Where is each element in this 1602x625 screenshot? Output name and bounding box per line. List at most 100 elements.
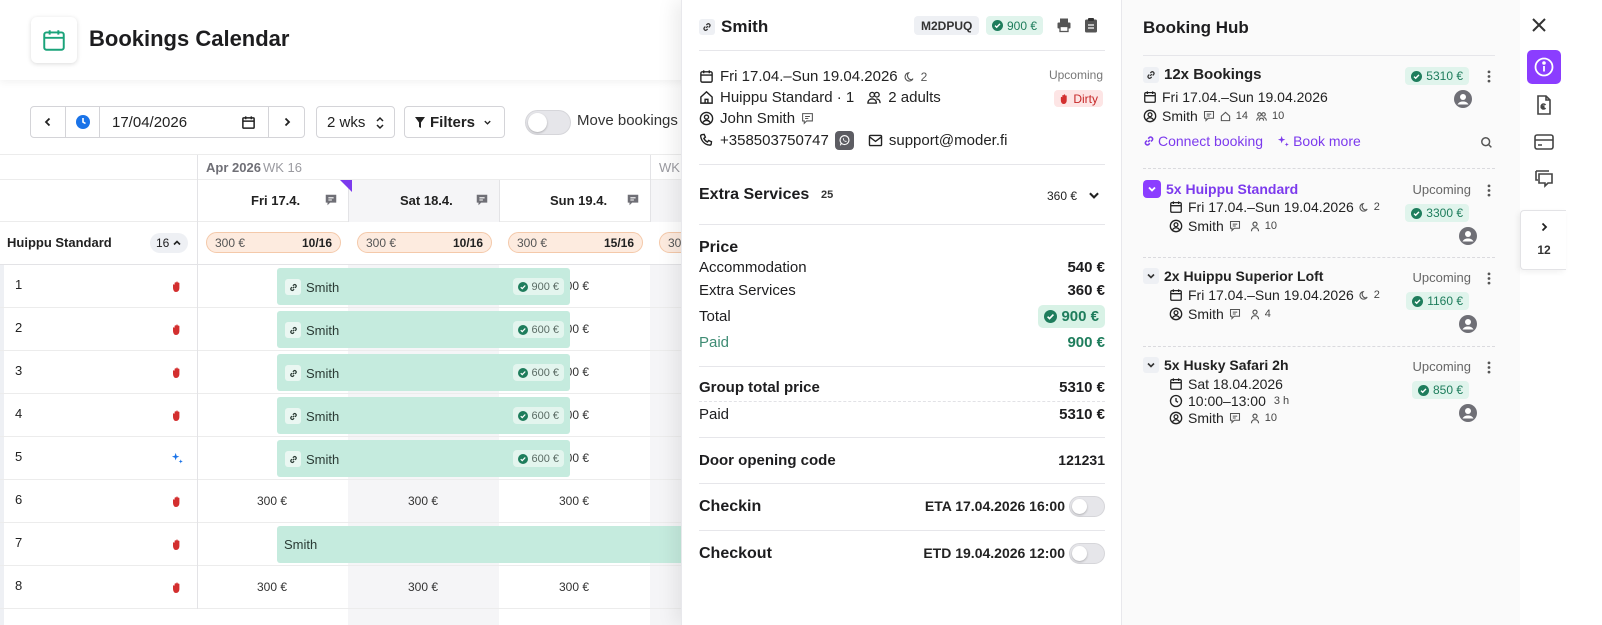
previous-button[interactable]	[30, 106, 66, 138]
connect-booking-button[interactable]: Connect booking	[1143, 133, 1263, 149]
stay-dates: Fri 17.04.–Sun 19.04.2026 2	[699, 68, 927, 85]
assignee-avatar-icon[interactable]	[1459, 315, 1477, 333]
cleaning-status-badge[interactable]: Dirty	[1054, 90, 1103, 107]
hub-booking-item[interactable]: 5x Huippu Standard Upcoming Fri 17.04.–Sun…	[1143, 180, 1495, 260]
dirty-hand-icon[interactable]	[171, 366, 183, 379]
cell-price[interactable]: 300 €	[408, 494, 438, 508]
cell-price[interactable]: 300 €	[559, 494, 589, 508]
hub-item-guest: Smith	[1188, 410, 1224, 426]
email-address[interactable]: support@moder.fi	[889, 132, 1008, 149]
room-number: 1	[15, 277, 23, 292]
book-more-button[interactable]: Book more	[1277, 133, 1361, 149]
person-icon	[1250, 309, 1260, 320]
paid-value: 900 €	[1067, 334, 1105, 351]
cleaning-status: Dirty	[1073, 91, 1098, 106]
dirty-hand-icon[interactable]	[171, 323, 183, 336]
group-rooms: 14	[1235, 110, 1249, 122]
booking-bar-price: 600 €	[513, 364, 564, 381]
rail-invoice-button[interactable]	[1527, 88, 1561, 122]
assignee-avatar-icon[interactable]	[1459, 227, 1477, 245]
selected-checkbox[interactable]	[1143, 180, 1161, 198]
link-icon	[699, 19, 715, 35]
close-button[interactable]	[1529, 15, 1549, 35]
more-vertical-icon[interactable]	[1487, 184, 1491, 197]
checkout-toggle[interactable]	[1069, 543, 1105, 564]
hub-booking-item[interactable]: 2x Huippu Superior Loft Upcoming Fri 17.04…	[1143, 268, 1495, 348]
rail-payment-button[interactable]	[1527, 125, 1561, 159]
more-vertical-icon[interactable]	[1487, 70, 1491, 83]
column-divider	[197, 480, 198, 523]
booking-bar[interactable]: Smith 600 €	[277, 311, 570, 348]
more-vertical-icon[interactable]	[1487, 272, 1491, 285]
extras-label: Extra Services	[699, 282, 796, 299]
cell-price[interactable]: 300 €	[257, 580, 287, 594]
cell-price[interactable]: 300 €	[408, 580, 438, 594]
print-button[interactable]	[1056, 17, 1072, 33]
paid-label: Paid	[699, 334, 730, 351]
rail-messages-button[interactable]	[1527, 162, 1561, 196]
comment-icon	[1229, 220, 1241, 232]
user-circle-icon	[699, 111, 714, 126]
extra-services-row[interactable]: Extra Services 25 360 €	[699, 185, 1105, 207]
cell-price[interactable]: 300 €	[559, 580, 589, 594]
more-vertical-icon[interactable]	[1487, 361, 1491, 374]
assignee-avatar-icon[interactable]	[1459, 404, 1477, 422]
hub-booking-item[interactable]: 5x Husky Safari 2h Upcoming Sat 18.04.2026…	[1143, 357, 1495, 437]
expand-toggle[interactable]	[1143, 357, 1159, 373]
day-header[interactable]: Fri 17.4.	[197, 180, 348, 222]
booking-bar-price: 600 €	[513, 407, 564, 424]
hub-item-guest: Smith	[1188, 218, 1224, 234]
day-header[interactable]: Sat 18.4.	[348, 180, 499, 222]
dirty-hand-icon[interactable]	[171, 581, 183, 594]
room-count-badge[interactable]: 16	[150, 233, 189, 253]
rail-info-button[interactable]	[1527, 50, 1561, 84]
invoice-icon	[1537, 95, 1551, 115]
phone-number[interactable]: +358503750747	[720, 132, 829, 149]
move-bookings-toggle[interactable]	[525, 110, 571, 135]
messages-icon	[1535, 170, 1553, 188]
search-icon[interactable]	[1480, 136, 1493, 149]
group-booking-card[interactable]: 12x Bookings 5310 € Fri 17.04.–Sun 19.04…	[1143, 66, 1495, 166]
filters-button[interactable]: Filters	[404, 106, 505, 138]
day-header[interactable]: Sun 19.4.	[499, 180, 650, 222]
column-divider	[197, 265, 198, 308]
dirty-hand-icon[interactable]	[171, 409, 183, 422]
next-button[interactable]	[268, 106, 305, 138]
check-circle-icon	[518, 324, 529, 335]
move-bookings-label: Move bookings	[577, 112, 678, 129]
assignee-avatar-icon[interactable]	[1454, 90, 1472, 108]
booking-bar[interactable]: Smith 600 €	[277, 354, 570, 391]
divider	[699, 164, 1105, 165]
today-button[interactable]	[65, 106, 100, 138]
booking-bar[interactable]: Smith 600 €	[277, 397, 570, 434]
clean-sparkle-icon[interactable]	[171, 452, 184, 465]
collapsed-list-tab[interactable]: 12	[1520, 210, 1566, 270]
clipboard-button[interactable]	[1084, 17, 1098, 33]
range-select[interactable]: 2 wks	[316, 106, 395, 138]
expand-toggle[interactable]	[1143, 268, 1159, 284]
booking-bar[interactable]: Smith	[277, 526, 700, 563]
booking-bar-price-value: 600 €	[531, 366, 559, 379]
checkin-toggle[interactable]	[1069, 496, 1105, 517]
user-circle-icon	[1169, 219, 1183, 233]
checkout-row: Checkout ETD 19.04.2026 12:00	[699, 542, 1105, 566]
home-icon	[700, 90, 713, 104]
dirty-hand-icon[interactable]	[171, 495, 183, 508]
dirty-hand-icon[interactable]	[171, 538, 183, 551]
cell-price[interactable]: 300 €	[257, 494, 287, 508]
dirty-hand-icon[interactable]	[171, 280, 183, 293]
booking-bar-price: 900 €	[513, 278, 564, 295]
booking-bar[interactable]: Smith 600 €	[277, 440, 570, 477]
date-picker-input[interactable]: 17/04/2026	[99, 106, 269, 138]
booking-bar[interactable]: Smith 900 €	[277, 268, 570, 305]
room-row: 2 300 € Smith 600 €	[0, 308, 700, 351]
whatsapp-button[interactable]	[834, 131, 854, 150]
comment-icon	[802, 113, 813, 125]
book-more-label: Book more	[1293, 133, 1361, 149]
availability-count: 10/16	[452, 236, 483, 250]
booking-price: 900 €	[1007, 18, 1038, 33]
month-label: Apr 2026	[206, 160, 261, 175]
hub-item-price: 850 €	[1432, 383, 1463, 397]
divider	[1143, 168, 1495, 169]
room-type-header[interactable]: Huippu Standard 16 300 € 10/16 300 € 10/…	[0, 222, 700, 265]
